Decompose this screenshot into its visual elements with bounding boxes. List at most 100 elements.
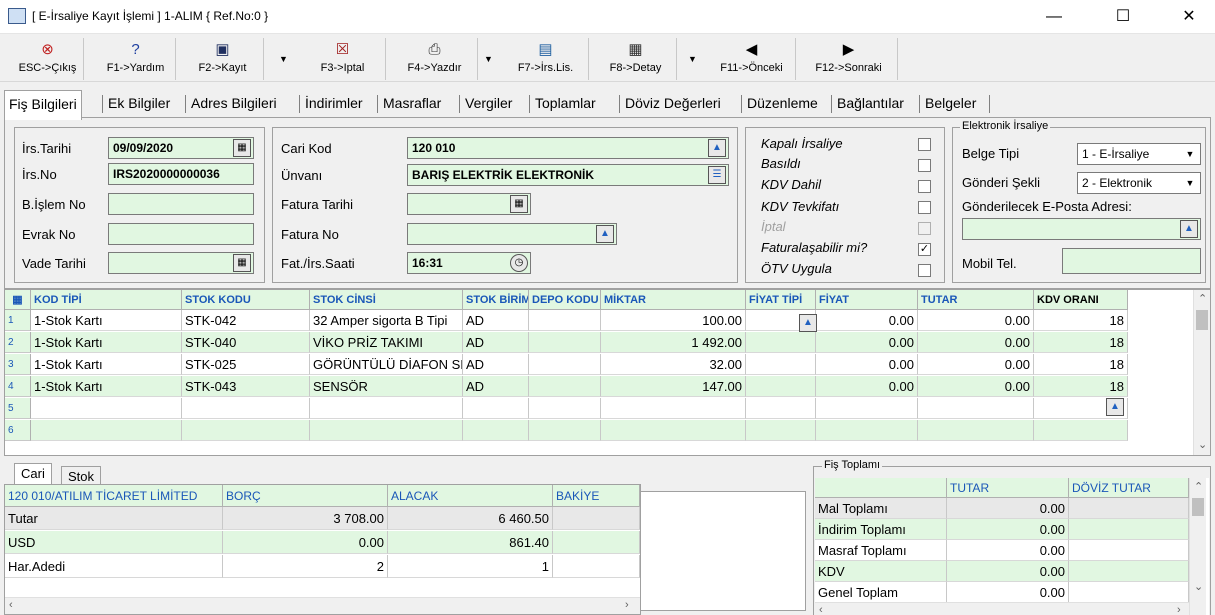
cell-fiyat[interactable]: 0.00 bbox=[816, 332, 918, 353]
cari-horizontal-scrollbar[interactable]: ‹ › bbox=[5, 597, 640, 614]
col-stok-cinsi[interactable]: STOK CİNSİ bbox=[310, 290, 463, 310]
cell-fiyat[interactable]: 0.00 bbox=[816, 310, 918, 331]
next-button[interactable]: ▶ F12->Sonraki bbox=[800, 38, 898, 80]
fatura-no-field[interactable] bbox=[407, 223, 617, 245]
col-kod-tipi[interactable]: KOD TİPİ bbox=[31, 290, 182, 310]
cell-kdv[interactable]: 18 bbox=[1034, 310, 1128, 331]
belge-tipi-select[interactable]: 1 - E-İrsaliye ▼ bbox=[1077, 143, 1201, 165]
cell-fiyat[interactable]: 0.00 bbox=[816, 376, 918, 397]
cell-depo[interactable] bbox=[529, 398, 601, 419]
tab-fis-bilgileri[interactable]: Fiş Bilgileri bbox=[4, 90, 82, 120]
cell-miktar[interactable] bbox=[601, 398, 746, 419]
col-depo-kodu[interactable]: DEPO KODU bbox=[529, 290, 601, 310]
cell-miktar[interactable] bbox=[601, 420, 746, 441]
scroll-down-icon[interactable]: ⌄ bbox=[1198, 438, 1207, 451]
tab-adres-bilgileri[interactable]: Adres Bilgileri bbox=[187, 90, 281, 118]
cell-birim[interactable] bbox=[463, 420, 529, 441]
minimize-button[interactable]: — bbox=[1031, 0, 1077, 34]
col-fiyat[interactable]: FİYAT bbox=[816, 290, 918, 310]
irs-no-field[interactable]: IRS2020000000036 bbox=[108, 163, 254, 185]
scroll-thumb[interactable] bbox=[1196, 310, 1208, 330]
mobil-tel-field[interactable] bbox=[1062, 248, 1201, 274]
cell-kdv[interactable]: 18 bbox=[1034, 332, 1128, 353]
faturalasabilir-checkbox[interactable]: ✓ bbox=[918, 243, 931, 256]
cell-kod[interactable] bbox=[182, 420, 310, 441]
tab-doviz-degerleri[interactable]: Döviz Değerleri bbox=[621, 90, 725, 118]
tab-ek-bilgiler[interactable]: Ek Bilgiler bbox=[104, 90, 174, 118]
cell-kod[interactable]: STK-040 bbox=[182, 332, 310, 353]
save-button[interactable]: ▣ F2->Kayıt bbox=[182, 38, 264, 80]
cell-kdv[interactable]: 18 bbox=[1034, 376, 1128, 397]
cell-kdv[interactable]: 18 bbox=[1034, 354, 1128, 375]
cell-kod[interactable]: STK-042 bbox=[182, 310, 310, 331]
cell-tip[interactable]: 1-Stok Kartı bbox=[31, 354, 182, 375]
previous-button[interactable]: ◀ F11->Önceki bbox=[708, 38, 796, 80]
cell-kod[interactable]: STK-043 bbox=[182, 376, 310, 397]
cell-tutar[interactable]: 0.00 bbox=[918, 310, 1034, 331]
totals-vertical-scrollbar[interactable]: ⌃ ⌄ bbox=[1189, 478, 1206, 615]
kdv-dahil-checkbox[interactable] bbox=[918, 180, 931, 193]
tab-belgeler[interactable]: Belgeler bbox=[921, 90, 980, 118]
cell-tutar[interactable] bbox=[918, 398, 1034, 419]
cell-depo[interactable] bbox=[529, 332, 601, 353]
kdv-tevkifati-checkbox[interactable] bbox=[918, 201, 931, 214]
cell-tutar[interactable] bbox=[918, 420, 1034, 441]
cell-ft[interactable] bbox=[746, 398, 816, 419]
cell-ft[interactable] bbox=[746, 420, 816, 441]
unvan-field[interactable]: BARIŞ ELEKTRİK ELEKTRONİK bbox=[407, 164, 729, 186]
col-fiyat-tipi[interactable]: FİYAT TİPİ bbox=[746, 290, 816, 310]
exit-button[interactable]: ⊗ ESC->Çıkış bbox=[12, 38, 84, 80]
cell-miktar[interactable]: 1 492.00 bbox=[601, 332, 746, 353]
cell-birim[interactable]: AD bbox=[463, 310, 529, 331]
col-kdv-orani[interactable]: KDV ORANI bbox=[1034, 290, 1128, 310]
cell-cins[interactable]: 32 Amper sigorta B Tipi bbox=[310, 310, 463, 331]
cell-kod[interactable]: STK-025 bbox=[182, 354, 310, 375]
cell-tip[interactable] bbox=[31, 420, 182, 441]
scroll-right-icon[interactable]: › bbox=[1177, 604, 1181, 615]
print-button[interactable]: ⎙ F4->Yazdır bbox=[392, 38, 478, 80]
lookup-icon[interactable]: ▲ bbox=[1180, 220, 1198, 238]
clock-icon[interactable]: ◷ bbox=[510, 254, 528, 272]
cell-fiyat[interactable] bbox=[816, 420, 918, 441]
row-number[interactable]: 2 bbox=[5, 332, 31, 353]
eposta-field[interactable] bbox=[962, 218, 1201, 240]
col-miktar[interactable]: MİKTAR bbox=[601, 290, 746, 310]
row-number[interactable]: 6 bbox=[5, 420, 31, 441]
tab-baglantilar[interactable]: Bağlantılar bbox=[833, 90, 908, 118]
cell-miktar[interactable]: 100.00 bbox=[601, 310, 746, 331]
otv-uygula-checkbox[interactable] bbox=[918, 264, 931, 277]
lookup-icon[interactable]: ▲ bbox=[1106, 398, 1124, 416]
grid-vertical-scrollbar[interactable]: ⌃ ⌄ bbox=[1193, 290, 1210, 455]
tab-indirimler[interactable]: İndirimler bbox=[301, 90, 367, 118]
totals-horizontal-scrollbar[interactable]: ‹ › bbox=[815, 602, 1189, 615]
cell-birim[interactable]: AD bbox=[463, 332, 529, 353]
kapali-irsaliye-checkbox[interactable] bbox=[918, 138, 931, 151]
tab-masraflar[interactable]: Masraflar bbox=[379, 90, 445, 118]
cell-depo[interactable] bbox=[529, 420, 601, 441]
row-number[interactable]: 3 bbox=[5, 354, 31, 375]
scroll-left-icon[interactable]: ‹ bbox=[819, 604, 823, 615]
cell-fiyat[interactable] bbox=[816, 398, 918, 419]
print-dropdown-icon[interactable]: ▼ bbox=[484, 54, 493, 64]
detail-dropdown-icon[interactable]: ▼ bbox=[688, 54, 697, 64]
row-number[interactable]: 1 bbox=[5, 310, 31, 331]
calendar-icon[interactable]: ▦ bbox=[233, 139, 251, 157]
cell-cins[interactable] bbox=[310, 398, 463, 419]
close-button[interactable]: ✕ bbox=[1166, 0, 1212, 34]
cell-fiyat[interactable]: 0.00 bbox=[816, 354, 918, 375]
basildi-checkbox[interactable] bbox=[918, 159, 931, 172]
scroll-down-icon[interactable]: ⌄ bbox=[1194, 580, 1203, 593]
scroll-right-icon[interactable]: › bbox=[625, 599, 629, 611]
list-icon[interactable]: ☰ bbox=[708, 166, 726, 184]
bislem-no-field[interactable] bbox=[108, 193, 254, 215]
cell-depo[interactable] bbox=[529, 376, 601, 397]
cell-tutar[interactable]: 0.00 bbox=[918, 332, 1034, 353]
col-stok-birim[interactable]: STOK BİRİM bbox=[463, 290, 529, 310]
cell-ft[interactable] bbox=[746, 332, 816, 353]
cell-ft[interactable] bbox=[746, 376, 816, 397]
calendar-icon[interactable]: ▦ bbox=[233, 254, 251, 272]
row-number[interactable]: 4 bbox=[5, 376, 31, 397]
scroll-up-icon[interactable]: ⌃ bbox=[1194, 480, 1203, 493]
cell-cins[interactable]: GÖRÜNTÜLÜ DİAFON SET bbox=[310, 354, 463, 375]
cell-birim[interactable] bbox=[463, 398, 529, 419]
